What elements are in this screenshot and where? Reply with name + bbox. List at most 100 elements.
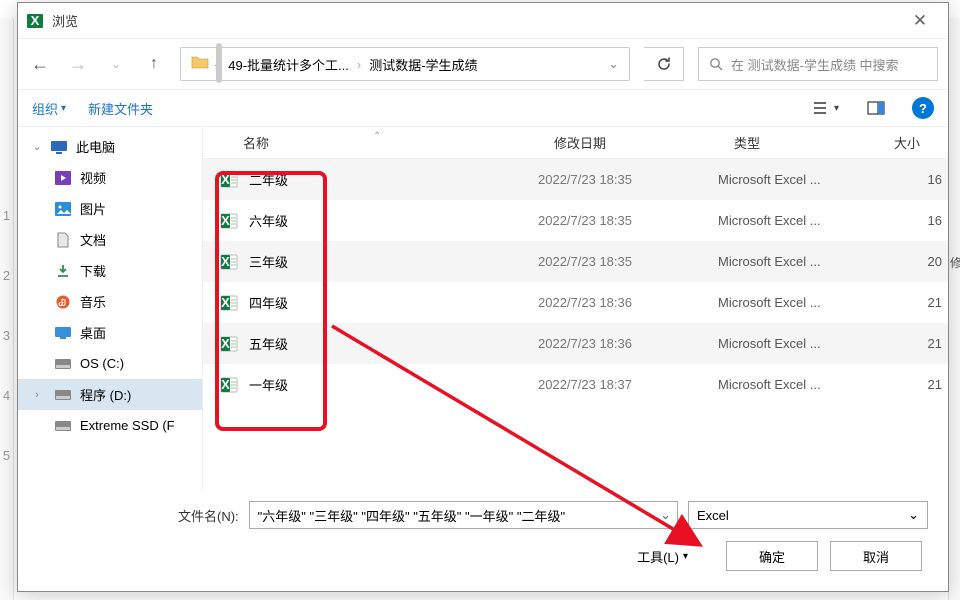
header-name[interactable]: 名称⌃ [203,133,538,152]
file-row[interactable]: X四年级2022/7/23 18:36Microsoft Excel ...21 [203,282,948,323]
file-name: 二年级 [249,170,288,189]
sidebar-item-drive-d[interactable]: › 程序 (D:) [18,379,202,410]
excel-file-icon: X [219,293,239,313]
file-type: Microsoft Excel ... [718,377,878,392]
organize-button[interactable]: 组织▾ [32,99,66,118]
file-row[interactable]: X 六年级 2022/7/23 18:35Microsoft Excel ...16 [203,200,948,241]
sort-indicator-icon: ⌃ [373,131,381,142]
file-row[interactable]: X 一年级 2022/7/23 18:37Microsoft Excel ...21 [203,364,948,405]
file-list-header: 名称⌃ 修改日期 类型 大小 [203,127,948,159]
preview-pane-button[interactable] [862,94,890,122]
help-button[interactable]: ? [912,97,934,119]
file-date: 2022/7/23 18:36 [538,295,718,310]
tools-button[interactable]: 工具(L)▾ [629,543,696,570]
svg-text:X: X [221,254,230,269]
header-date[interactable]: 修改日期 [538,133,718,152]
download-icon [54,264,72,278]
svg-text:X: X [31,13,40,28]
file-name: 四年级 [249,293,288,312]
file-size: 16 [878,172,948,187]
sidebar-item-desktop[interactable]: 桌面 [18,317,202,348]
sidebar-item-videos[interactable]: 视频 [18,162,202,193]
chevron-down-icon: ⌄ [908,507,919,523]
monitor-icon [50,140,68,154]
chevron-down-icon: ⌄ [32,140,42,153]
file-type-filter[interactable]: Excel ⌄ [688,501,928,529]
file-name: 六年级 [249,211,288,230]
search-placeholder: 在 测试数据-学生成绩 中搜索 [731,55,899,74]
up-button[interactable]: ↑ [142,55,166,73]
file-name: 一年级 [249,375,288,394]
sidebar-item-documents[interactable]: 文档 [18,224,202,255]
recent-dropdown[interactable]: ⌄ [104,57,128,71]
spreadsheet-row-gutter: 1 2 3 4 5 [0,18,14,600]
file-type: Microsoft Excel ... [718,213,878,228]
nav-row: ← → ⌄ ↑ « 49-批量统计多个工... › 测试数据-学生成绩 ⌄ 在 … [18,39,948,89]
drive-icon [54,390,72,400]
file-row[interactable]: X五年级2022/7/23 18:36Microsoft Excel ...21 [203,323,948,364]
forward-button[interactable]: → [66,54,90,75]
new-folder-button[interactable]: 新建文件夹 [88,99,153,118]
sidebar: ⌄ 此电脑 视频 图片 文档 下载 音乐 [18,127,203,491]
desktop-icon [54,327,72,339]
sidebar-item-drive-c[interactable]: OS (C:) [18,348,202,379]
chevron-down-icon[interactable]: ⌄ [660,507,671,523]
sidebar-item-music[interactable]: 音乐 [18,286,202,317]
refresh-button[interactable] [644,47,684,81]
background-right-strip: 修 [948,18,960,600]
file-row[interactable]: X三年级2022/7/23 18:35Microsoft Excel ...20 [203,241,948,282]
search-icon [709,57,723,71]
video-icon [54,171,72,185]
toolbar: 组织▾ 新建文件夹 ▾ ? [18,89,948,127]
chevron-down-icon[interactable]: ⌄ [600,56,619,72]
file-size: 21 [878,377,948,392]
sidebar-item-downloads[interactable]: 下载 [18,255,202,286]
chevron-right-icon: › [32,389,42,401]
sidebar-item-this-pc[interactable]: ⌄ 此电脑 [18,131,202,162]
excel-file-icon: X [219,170,239,190]
sidebar-item-pictures[interactable]: 图片 [18,193,202,224]
crumb-1[interactable]: 49-批量统计多个工... [228,55,349,74]
filename-input[interactable]: "六年级" "三年级" "四年级" "五年级" "一年级" "二年级" ⌄ [249,501,678,529]
bottom-panel: 文件名(N): "六年级" "三年级" "四年级" "五年级" "一年级" "二… [18,491,948,591]
close-button[interactable]: ✕ [900,11,940,31]
view-mode-button[interactable]: ▾ [812,94,840,122]
svg-text:X: X [221,172,230,187]
file-type: Microsoft Excel ... [718,336,878,351]
file-date: 2022/7/23 18:37 [538,377,718,392]
ok-button[interactable]: 确定 [726,541,818,571]
file-type: Microsoft Excel ... [718,254,878,269]
svg-text:X: X [221,336,230,351]
chevron-right-icon: › [355,57,363,72]
document-icon [54,232,72,248]
file-name: 三年级 [249,252,288,271]
sidebar-item-drive-ssd[interactable]: Extreme SSD (F [18,410,202,441]
file-size: 20 [878,254,948,269]
picture-icon [54,202,72,216]
drive-icon [54,421,72,431]
search-input[interactable]: 在 测试数据-学生成绩 中搜索 [698,47,938,81]
back-button[interactable]: ← [28,54,52,75]
svg-text:X: X [221,377,230,392]
file-date: 2022/7/23 18:35 [538,172,718,187]
title-bar: X 浏览 ✕ [18,3,948,39]
file-size: 21 [878,295,948,310]
cancel-button[interactable]: 取消 [830,541,922,571]
excel-file-icon: X [219,211,239,231]
breadcrumb-bar[interactable]: « 49-批量统计多个工... › 测试数据-学生成绩 ⌄ [180,47,630,81]
file-date: 2022/7/23 18:36 [538,336,718,351]
file-list: X二年级2022/7/23 18:35Microsoft Excel ...16… [203,159,948,491]
file-size: 16 [878,213,948,228]
filename-label: 文件名(N): [178,506,239,525]
header-type[interactable]: 类型 [718,133,878,152]
crumb-2[interactable]: 测试数据-学生成绩 [369,55,477,74]
drive-icon [54,359,72,369]
dialog-body: ⌄ 此电脑 视频 图片 文档 下载 音乐 [18,127,948,491]
chevron-down-icon: ▾ [683,551,688,562]
header-size[interactable]: 大小 [878,133,948,152]
excel-file-icon: X [219,252,239,272]
excel-file-icon: X [219,375,239,395]
file-date: 2022/7/23 18:35 [538,213,718,228]
action-row: 工具(L)▾ 确定 取消 [38,541,928,571]
file-row[interactable]: X二年级2022/7/23 18:35Microsoft Excel ...16 [203,159,948,200]
